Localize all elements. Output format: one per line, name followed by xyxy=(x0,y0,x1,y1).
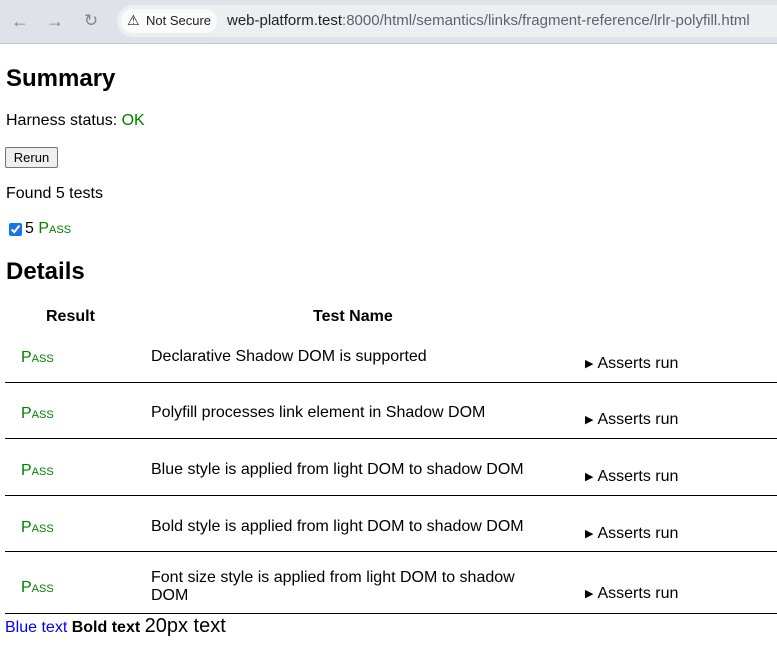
pass-count: 5 xyxy=(25,220,34,237)
blue-text: Blue text xyxy=(5,619,68,636)
asserts-run-toggle[interactable]: ▶ Asserts run xyxy=(585,410,678,431)
asserts-run-label: Asserts run xyxy=(597,585,679,602)
table-row: Pass Font size style is applied from lig… xyxy=(5,552,777,614)
large-text: 20px text xyxy=(144,615,226,637)
asserts-run-toggle[interactable]: ▶ Asserts run xyxy=(585,467,678,488)
test-name: Polyfill processes link element in Shado… xyxy=(151,404,486,421)
test-name-column-header: Test Name xyxy=(313,308,393,325)
security-label: Not Secure xyxy=(146,13,212,28)
disclosure-triangle-icon: ▶ xyxy=(585,414,594,426)
pass-label: Pass xyxy=(38,220,72,237)
disclosure-triangle-icon: ▶ xyxy=(585,588,594,600)
table-row: Pass Blue style is applied from light DO… xyxy=(5,439,777,496)
harness-status: Harness status: OK xyxy=(6,111,145,131)
asserts-run-toggle[interactable]: ▶ Asserts run xyxy=(585,354,678,375)
test-name: Bold style is applied from light DOM to … xyxy=(151,518,524,535)
table-row: Pass Bold style is applied from light DO… xyxy=(5,496,777,552)
table-row: Pass Declarative Shadow DOM is supported… xyxy=(5,335,777,383)
asserts-run-label: Asserts run xyxy=(597,411,679,428)
summary-heading: Summary xyxy=(6,65,116,92)
found-tests-text: Found 5 tests xyxy=(6,185,103,202)
browser-toolbar: ← → ↻ ⚠ Not Secure web-platform.test:800… xyxy=(0,0,777,44)
pass-filter: 5 Pass xyxy=(8,219,71,239)
address-bar[interactable]: ⚠ Not Secure web-platform.test:8000/html… xyxy=(117,5,777,37)
disclosure-triangle-icon: ▶ xyxy=(585,471,594,483)
security-chip[interactable]: ⚠ Not Secure xyxy=(121,9,217,33)
details-heading: Details xyxy=(6,258,85,285)
page-content: Summary Harness status: OK Rerun Found 5… xyxy=(0,45,777,649)
result-status: Pass xyxy=(21,579,54,596)
asserts-run-label: Asserts run xyxy=(597,355,679,372)
asserts-run-label: Asserts run xyxy=(597,468,679,485)
warning-icon: ⚠ xyxy=(127,12,140,28)
table-row: Pass Polyfill processes link element in … xyxy=(5,383,777,439)
result-column-header: Result xyxy=(46,308,95,325)
harness-value: OK xyxy=(121,112,145,129)
url-path: :8000/html/semantics/links/fragment-refe… xyxy=(342,12,750,29)
test-name: Blue style is applied from light DOM to … xyxy=(151,461,524,478)
rerun-button[interactable]: Rerun xyxy=(5,147,58,168)
result-status: Pass xyxy=(21,349,54,366)
asserts-run-toggle[interactable]: ▶ Asserts run xyxy=(585,584,678,605)
disclosure-triangle-icon: ▶ xyxy=(585,358,594,370)
url-text[interactable]: web-platform.test:8000/html/semantics/li… xyxy=(227,5,750,37)
harness-label: Harness status: xyxy=(6,112,118,129)
test-name: Declarative Shadow DOM is supported xyxy=(151,348,427,365)
reload-icon[interactable]: ↻ xyxy=(80,10,102,32)
asserts-run-toggle[interactable]: ▶ Asserts run xyxy=(585,524,678,545)
pass-filter-checkbox[interactable] xyxy=(9,222,22,236)
forward-arrow-icon[interactable]: → xyxy=(44,10,66,32)
result-status: Pass xyxy=(21,519,54,536)
bold-text: Bold text xyxy=(71,619,141,636)
styled-text-sample: Blue text Bold text 20px text xyxy=(5,614,226,640)
asserts-run-label: Asserts run xyxy=(597,525,679,542)
disclosure-triangle-icon: ▶ xyxy=(585,528,594,540)
url-host: web-platform.test xyxy=(227,12,343,29)
result-status: Pass xyxy=(21,462,54,479)
back-arrow-icon[interactable]: ← xyxy=(9,10,31,32)
test-name: Font size style is applied from light DO… xyxy=(151,569,515,604)
result-status: Pass xyxy=(21,405,54,422)
